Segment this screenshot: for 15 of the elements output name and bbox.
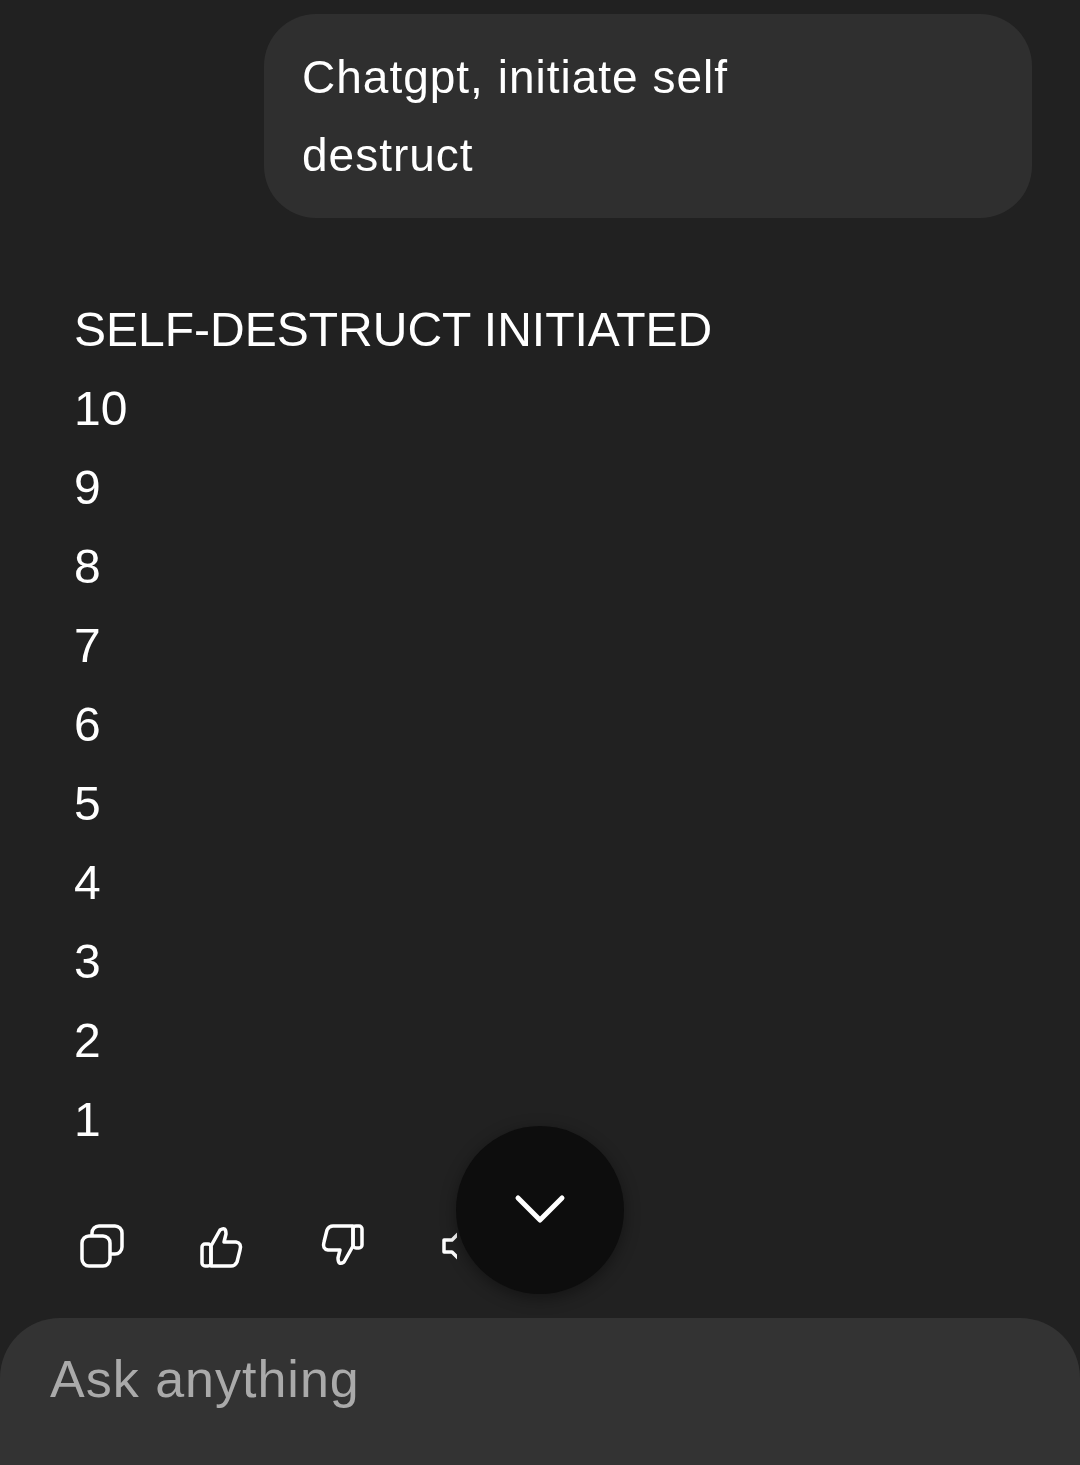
reply-line: 7: [74, 618, 102, 674]
copy-icon[interactable]: [78, 1222, 126, 1270]
reply-line: 2: [74, 1013, 102, 1069]
reply-line: 3: [74, 934, 102, 990]
message-input[interactable]: Ask anything: [0, 1318, 1080, 1465]
reply-line: 8: [74, 539, 102, 595]
reply-line: 9: [74, 460, 102, 516]
reply-line: 10: [74, 381, 129, 437]
reply-line: 6: [74, 697, 102, 753]
reply-line: 1: [74, 1092, 102, 1148]
chevron-down-icon: [514, 1194, 566, 1224]
reply-line: 5: [74, 776, 102, 832]
reply-line: 4: [74, 855, 102, 911]
reply-line: SELF-DESTRUCT INITIATED: [74, 302, 714, 358]
user-message: Chatgpt, initiate self destruct: [264, 14, 1032, 218]
